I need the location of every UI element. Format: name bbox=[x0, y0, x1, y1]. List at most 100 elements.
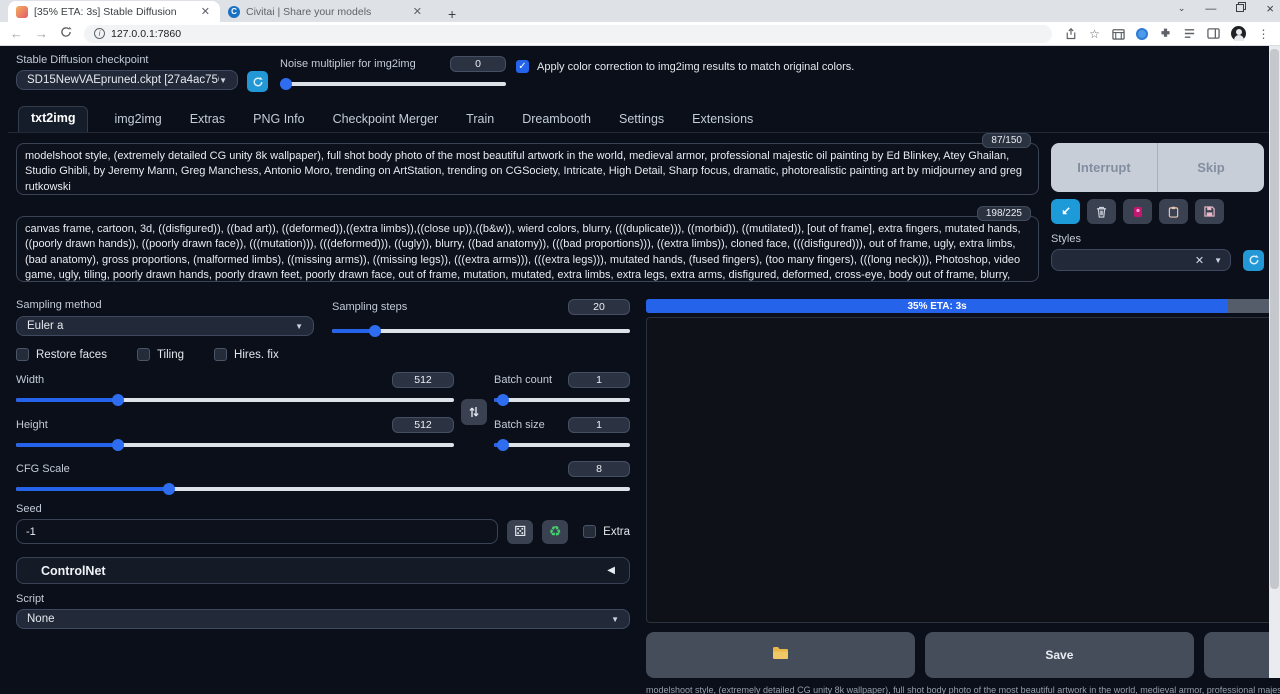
progress-text: 35% ETA: 3s bbox=[907, 301, 966, 312]
stable-diffusion-favicon-icon bbox=[16, 6, 28, 18]
tab-img2img[interactable]: img2img bbox=[112, 108, 163, 132]
extension-grid-icon[interactable] bbox=[1112, 27, 1125, 40]
window-minimize-button[interactable]: — bbox=[1205, 3, 1216, 15]
tab-png-info[interactable]: PNG Info bbox=[251, 108, 306, 132]
noise-multiplier-label: Noise multiplier for img2img bbox=[280, 58, 416, 70]
extension-blue-icon[interactable] bbox=[1136, 28, 1148, 40]
url-text: 127.0.0.1:7860 bbox=[111, 28, 181, 40]
skip-button[interactable]: Skip bbox=[1158, 143, 1264, 192]
sampling-method-value: Euler a bbox=[27, 320, 63, 332]
back-icon[interactable]: ← bbox=[10, 26, 23, 41]
tab-extensions[interactable]: Extensions bbox=[690, 108, 755, 132]
cfg-scale-slider[interactable] bbox=[16, 482, 630, 495]
browser-tab-civitai[interactable]: C Civitai | Share your models ✕ bbox=[220, 1, 432, 22]
checkbox-icon bbox=[16, 348, 29, 361]
noise-multiplier-value[interactable]: 0 bbox=[450, 56, 506, 72]
height-slider[interactable] bbox=[16, 438, 454, 451]
window-restore-button[interactable] bbox=[1236, 2, 1246, 15]
browser-tab-title: [35% ETA: 3s] Stable Diffusion bbox=[34, 6, 193, 18]
tab-extras[interactable]: Extras bbox=[188, 108, 227, 132]
sampling-steps-slider[interactable] bbox=[332, 324, 630, 337]
menu-dots-icon[interactable]: ⋮ bbox=[1257, 27, 1270, 40]
tiling-checkbox[interactable]: Tiling bbox=[137, 348, 184, 361]
restore-faces-checkbox[interactable]: Restore faces bbox=[16, 348, 107, 361]
checkbox-icon bbox=[583, 525, 596, 538]
tab-settings[interactable]: Settings bbox=[617, 108, 666, 132]
save-button[interactable]: Save bbox=[925, 632, 1194, 678]
interrupt-button[interactable]: Interrupt bbox=[1051, 143, 1158, 192]
folder-icon bbox=[772, 646, 789, 664]
chevron-down-icon: ▼ bbox=[219, 76, 227, 85]
save-style-button[interactable] bbox=[1195, 199, 1224, 224]
scrollbar-thumb[interactable] bbox=[1270, 49, 1279, 589]
restore-faces-label: Restore faces bbox=[36, 349, 107, 361]
width-slider[interactable] bbox=[16, 393, 454, 406]
reading-list-icon[interactable] bbox=[1183, 27, 1196, 40]
batch-size-slider[interactable] bbox=[494, 438, 630, 451]
window-chevron-icon[interactable]: ⌄ bbox=[1178, 3, 1186, 14]
cfg-scale-value[interactable]: 8 bbox=[568, 461, 630, 477]
prompt-input[interactable]: modelshoot style, (extremely detailed CG… bbox=[16, 143, 1039, 195]
random-seed-button[interactable]: ⚄ bbox=[507, 520, 533, 544]
site-info-icon[interactable]: i bbox=[94, 28, 105, 39]
noise-multiplier-slider[interactable] bbox=[280, 77, 506, 90]
batch-count-slider[interactable] bbox=[494, 393, 630, 406]
width-value[interactable]: 512 bbox=[392, 372, 454, 388]
sampling-method-select[interactable]: Euler a ▼ bbox=[16, 316, 314, 336]
side-panel-icon[interactable] bbox=[1207, 27, 1220, 40]
open-folder-button[interactable] bbox=[646, 632, 915, 678]
cfg-scale-label: CFG Scale bbox=[16, 463, 70, 475]
checkpoint-select[interactable]: SD15NewVAEpruned.ckpt [27a4ac756c] ▼ bbox=[16, 70, 238, 90]
main-tab-bar: txt2img img2img Extras PNG Info Checkpoi… bbox=[8, 106, 1272, 133]
tab-txt2img[interactable]: txt2img bbox=[18, 106, 88, 132]
tab-dreambooth[interactable]: Dreambooth bbox=[520, 108, 593, 132]
screen: [35% ETA: 3s] Stable Diffusion ✕ C Civit… bbox=[0, 0, 1280, 678]
output-gallery: ✕ bbox=[646, 317, 1280, 623]
color-correction-checkbox[interactable]: ✓ bbox=[516, 60, 529, 73]
extensions-puzzle-icon[interactable] bbox=[1159, 27, 1172, 40]
hires-fix-checkbox[interactable]: Hires. fix bbox=[214, 348, 279, 361]
url-bar[interactable]: i 127.0.0.1:7860 bbox=[84, 25, 1052, 43]
generation-info-text: modelshoot style, (extremely detailed CG… bbox=[646, 685, 1280, 694]
styles-label: Styles bbox=[1051, 233, 1264, 245]
window-close-button[interactable]: × bbox=[1266, 1, 1274, 16]
webui-app: Stable Diffusion checkpoint SD15NewVAEpr… bbox=[0, 46, 1280, 678]
negative-prompt-input[interactable]: canvas frame, cartoon, 3d, ((disfigured)… bbox=[16, 216, 1039, 282]
script-select[interactable]: None ▼ bbox=[16, 609, 630, 629]
seed-input[interactable]: -1 bbox=[16, 519, 498, 544]
swap-dimensions-button[interactable] bbox=[461, 399, 487, 425]
tab-close-icon[interactable]: ✕ bbox=[199, 5, 212, 18]
tab-train[interactable]: Train bbox=[464, 108, 496, 132]
batch-size-value[interactable]: 1 bbox=[568, 417, 630, 433]
refresh-styles-button[interactable] bbox=[1243, 250, 1264, 271]
tab-close-icon[interactable]: ✕ bbox=[411, 5, 424, 18]
paste-generation-params-button[interactable] bbox=[1051, 199, 1080, 224]
script-value: None bbox=[27, 613, 55, 625]
progress-bar: 35% ETA: 3s bbox=[646, 299, 1280, 313]
reload-icon[interactable] bbox=[60, 26, 72, 41]
extra-networks-button[interactable] bbox=[1123, 199, 1152, 224]
styles-dropdown[interactable]: ✕ ▼ bbox=[1051, 249, 1231, 271]
tab-checkpoint-merger[interactable]: Checkpoint Merger bbox=[331, 108, 441, 132]
controlnet-accordion[interactable]: ControlNet ◀ bbox=[16, 557, 630, 584]
new-tab-button[interactable]: + bbox=[442, 6, 462, 22]
forward-icon[interactable]: → bbox=[35, 26, 48, 41]
browser-toolbar: ← → i 127.0.0.1:7860 ☆ bbox=[0, 22, 1280, 46]
reuse-seed-button[interactable]: ♻ bbox=[542, 520, 568, 544]
profile-avatar[interactable] bbox=[1231, 26, 1246, 41]
browser-tab-sd[interactable]: [35% ETA: 3s] Stable Diffusion ✕ bbox=[8, 1, 220, 22]
height-value[interactable]: 512 bbox=[392, 417, 454, 433]
progress-fill: 35% ETA: 3s bbox=[646, 299, 1228, 313]
bookmark-star-icon[interactable]: ☆ bbox=[1088, 27, 1101, 40]
clear-prompt-button[interactable] bbox=[1087, 199, 1116, 224]
share-icon[interactable] bbox=[1064, 27, 1077, 40]
controlnet-label: ControlNet bbox=[41, 564, 106, 578]
page-scrollbar[interactable] bbox=[1269, 46, 1280, 678]
clear-styles-icon[interactable]: ✕ bbox=[1195, 254, 1204, 267]
apply-styles-button[interactable] bbox=[1159, 199, 1188, 224]
extra-seed-checkbox[interactable]: Extra bbox=[583, 525, 630, 538]
color-correction-label: Apply color correction to img2img result… bbox=[537, 60, 854, 75]
batch-count-value[interactable]: 1 bbox=[568, 372, 630, 388]
refresh-checkpoints-button[interactable] bbox=[247, 71, 268, 92]
sampling-steps-value[interactable]: 20 bbox=[568, 299, 630, 315]
